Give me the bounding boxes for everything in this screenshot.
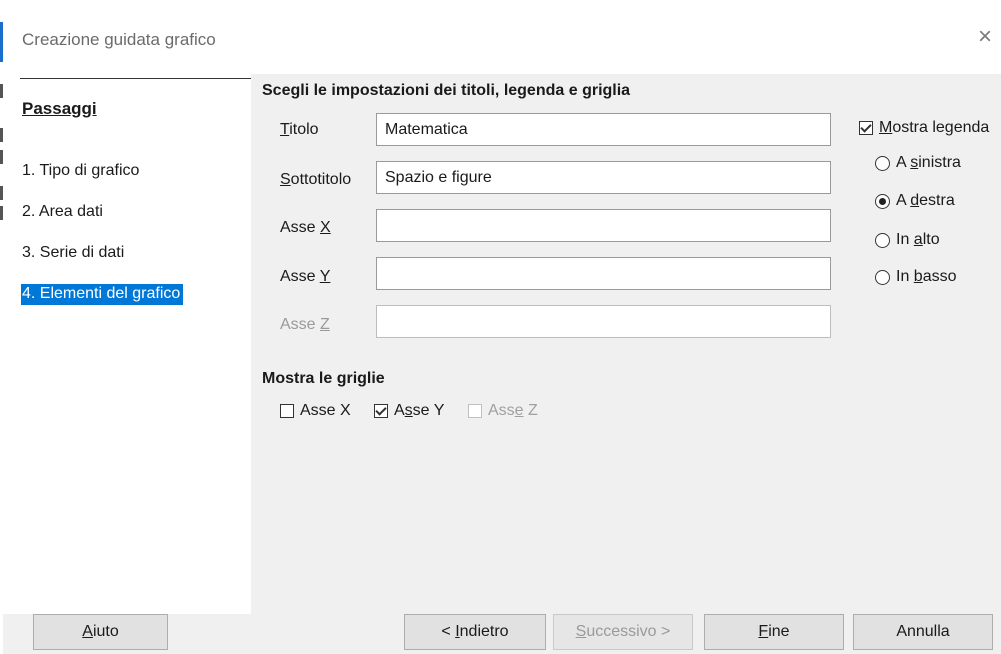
label-text: inistra (918, 154, 961, 171)
legend-top-label: In alto (896, 231, 940, 249)
label-text: Z (523, 402, 538, 419)
legend-left-label: A sinistra (896, 154, 961, 172)
label-text: se Y (412, 402, 445, 419)
help-button[interactable]: Aiuto (33, 614, 168, 650)
mnemonic: X (320, 219, 331, 236)
z-axis-label: Asse Z (280, 316, 330, 334)
radio-icon (875, 269, 890, 285)
next-button: Successivo > (553, 614, 693, 650)
cancel-button[interactable]: Annulla (853, 614, 993, 650)
z-axis-input (376, 305, 831, 338)
mnemonic: A (82, 623, 93, 640)
legend-right-radio[interactable]: A destra (875, 192, 955, 210)
label-text: iuto (92, 623, 119, 640)
next-label: Successivo > (576, 623, 671, 641)
x-axis-input[interactable] (376, 209, 831, 242)
title-label: Titolo (280, 121, 319, 139)
label-text: A (896, 154, 911, 171)
grid-z-label: Asse Z (488, 402, 538, 420)
step-data-range[interactable]: 2. Area dati (22, 203, 103, 221)
legend-left-radio[interactable]: A sinistra (875, 154, 961, 172)
radio-icon (875, 232, 890, 248)
label-text: Ass (488, 402, 515, 419)
legend-top-radio[interactable]: In alto (875, 231, 940, 249)
show-legend-checkbox[interactable]: Mostra legenda (859, 119, 989, 137)
grids-heading: Mostra le griglie (262, 370, 385, 387)
label-text: estra (919, 192, 955, 209)
window-title: Creazione guidata grafico (22, 30, 216, 49)
window-edge-mark (0, 84, 3, 98)
finish-label: Fine (758, 623, 789, 641)
mnemonic: e (514, 402, 524, 419)
label-text: In (896, 231, 914, 248)
finish-button[interactable]: Fine (704, 614, 844, 650)
grid-x-label: Asse X (300, 402, 351, 419)
grid-x-checkbox[interactable]: Asse X (280, 402, 351, 420)
radio-selected-icon (875, 193, 890, 209)
label-text: ottotitolo (290, 171, 352, 188)
title-input[interactable] (376, 113, 831, 146)
mnemonic: F (758, 623, 769, 640)
show-legend-label: Mostra legenda (879, 119, 989, 137)
checkbox-icon (468, 404, 482, 418)
window-edge-mark (0, 206, 3, 220)
mnemonic: S (575, 623, 587, 640)
x-axis-label: Asse X (280, 219, 331, 237)
grid-y-label: Asse Y (394, 402, 444, 420)
back-label: < Indietro (441, 623, 508, 641)
legend-right-label: A destra (896, 192, 955, 210)
step-chart-elements[interactable]: 4. Elementi del grafico (21, 284, 184, 305)
checkbox-icon (280, 404, 294, 418)
subtitle-label: Sottotitolo (280, 171, 351, 189)
label-text: uccessivo > (586, 623, 671, 640)
label-text: A (896, 192, 911, 209)
window-edge-mark (0, 150, 3, 164)
window-edge-mark (0, 128, 3, 142)
steps-divider (20, 78, 256, 79)
radio-icon (875, 155, 890, 171)
close-icon: × (977, 23, 992, 50)
mnemonic: S (280, 171, 291, 188)
cancel-label: Annulla (896, 623, 950, 640)
label-text: ostra legenda (892, 119, 990, 136)
grid-y-checkbox[interactable]: Asse Y (374, 402, 444, 420)
label-text: < (441, 623, 456, 640)
legend-bottom-radio[interactable]: In basso (875, 268, 957, 286)
label-text: Asse (280, 219, 321, 236)
label-text: A (394, 402, 405, 419)
checkbox-checked-icon (859, 121, 873, 135)
label-text: itolo (289, 121, 319, 138)
close-button[interactable]: × (970, 22, 1000, 52)
mnemonic: a (913, 231, 923, 248)
mnemonic: T (280, 121, 290, 138)
grid-z-checkbox: Asse Z (468, 402, 538, 420)
mnemonic: M (879, 119, 893, 136)
back-button[interactable]: < Indietro (404, 614, 546, 650)
label-text: Asse (280, 268, 320, 285)
step-chart-type[interactable]: 1. Tipo di grafico (22, 162, 139, 180)
subtitle-input[interactable] (376, 161, 831, 194)
checkbox-checked-icon (374, 404, 388, 418)
step-data-series[interactable]: 3. Serie di dati (22, 244, 124, 262)
y-axis-label: Asse Y (280, 268, 330, 286)
help-label: Aiuto (82, 623, 118, 641)
mnemonic: s (404, 402, 413, 419)
label-text: asso (922, 268, 957, 285)
mnemonic: Y (319, 268, 331, 285)
y-axis-input[interactable] (376, 257, 831, 290)
legend-bottom-label: In basso (896, 268, 957, 286)
steps-heading: Passaggi (22, 99, 97, 118)
label-text: Asse (280, 316, 321, 333)
section-title: Scegli le impostazioni dei titoli, legen… (262, 82, 631, 99)
label-text: ine (768, 623, 790, 640)
mnemonic: b (913, 268, 923, 285)
label-text: In (896, 268, 914, 285)
label-text: lto (922, 231, 940, 248)
steps-panel (8, 74, 256, 614)
mnemonic: Z (320, 316, 330, 333)
window-edge-mark (0, 186, 3, 200)
window-left-edge (0, 0, 3, 654)
label-text: ndietro (459, 623, 509, 640)
mnemonic: d (910, 192, 920, 209)
